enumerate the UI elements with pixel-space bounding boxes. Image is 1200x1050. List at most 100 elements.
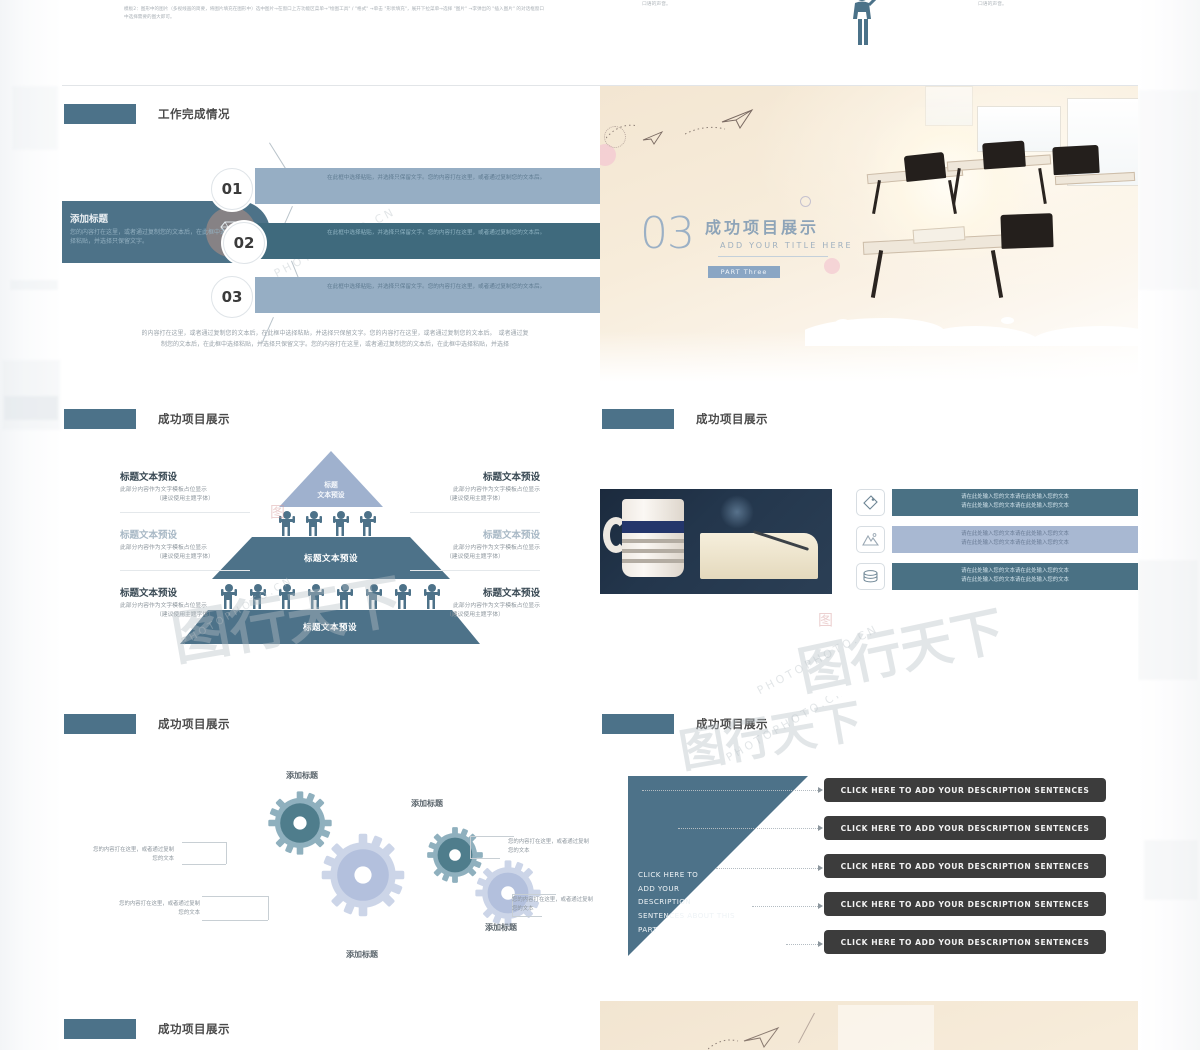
pill-body: 您的内容打在这里，或者通过复制您的文本后，在此框中选择粘贴，并选择只保留文字。 xyxy=(70,229,227,245)
dot-connector-4 xyxy=(752,906,818,907)
people-group-icon xyxy=(279,511,376,536)
item-title: 标题文本预设 xyxy=(120,588,178,599)
step-number-01[interactable]: 01 xyxy=(211,168,253,210)
description-bar-1[interactable]: CLICK HERE TO ADD YOUR DESCRIPTION SENTE… xyxy=(824,778,1106,802)
description-bar-5[interactable]: CLICK HERE TO ADD YOUR DESCRIPTION SENTE… xyxy=(824,930,1106,954)
classroom-photo xyxy=(805,86,1138,346)
gear-callout-line-3b xyxy=(470,836,514,837)
paper-plane-icon xyxy=(743,1026,780,1048)
row-3-line-2: 请在此处输入您的文本请在此处输入您的文本 xyxy=(961,576,1069,583)
section-title-en: ADD YOUR TITLE HERE xyxy=(720,241,853,250)
gear-callout-line-2b xyxy=(268,896,269,920)
gear-label-1: 添加标题 xyxy=(286,771,318,780)
item-title: 标题文本预设 xyxy=(482,588,540,599)
pyramid-left-item-1[interactable]: 标题文本预设 此部分内容作为文字模板占位显示 （建议使用主题字体） xyxy=(120,469,250,513)
item-rule xyxy=(120,569,250,571)
slide-pyramid[interactable]: 成功项目展示 标题 文本预设 标题文本预设 标题文本预设 标题文本预设 此部分内… xyxy=(62,391,600,696)
item-line1: 此部分内容作为文字模板占位显示 xyxy=(453,487,540,493)
header-title: 成功项目展示 xyxy=(696,412,768,426)
arrow-1 xyxy=(818,787,823,793)
pyramid-right-item-2[interactable]: 标题文本预设 此部分内容作为文字模板占位显示 （建议使用主题字体） xyxy=(410,527,540,571)
slide-gears[interactable]: 成功项目展示 添加标题 您的内容打在这里，或者通过复制您的文本 添加标题 您的内… xyxy=(62,696,600,1001)
bottom-fade xyxy=(600,331,1138,391)
gear-label-3: 添加标题 xyxy=(411,799,443,808)
gear-callout-3: 您的内容打在这里，或者通过复制您的文本 xyxy=(508,839,589,854)
row-1-line-1: 请在此处输入您的文本请在此处输入您的文本 xyxy=(961,494,1069,500)
gear-2[interactable] xyxy=(320,832,406,922)
header-accent-bar xyxy=(64,1019,136,1039)
slide-bottom-partial-right[interactable] xyxy=(600,1001,1138,1050)
row-1-line-2: 请在此处输入您的文本请在此处输入您的文本 xyxy=(961,502,1069,509)
triangle-description: CLICK HERE TO ADD YOUR DESCRIPTION SENTE… xyxy=(638,870,735,934)
outline-circle xyxy=(800,196,811,207)
slide-top-partial-left[interactable]: 模板2：图形中的图片（多视线画的简要，将图片填充在图形中）选中图片→在窗口上方功… xyxy=(62,0,600,85)
row-3-line-1: 请在此处输入您的文本请在此处输入您的文本 xyxy=(961,568,1069,574)
gear-label-4: 添加标题 xyxy=(485,923,517,932)
description-bar-2[interactable]: CLICK HERE TO ADD YOUR DESCRIPTION SENTE… xyxy=(824,816,1106,840)
pyramid-left-item-2[interactable]: 标题文本预设 此部分内容作为文字模板占位显示 （建议使用主题字体） xyxy=(120,527,250,571)
window-light xyxy=(838,1005,934,1050)
dotted-trail xyxy=(685,126,726,135)
icon-row-bar-1[interactable]: 请在此处输入您的文本请在此处输入您的文本 请在此处输入您的文本请在此处输入您的文… xyxy=(892,489,1138,516)
step-number-03[interactable]: 03 xyxy=(211,276,253,318)
section-cover-artwork: 03 成功项目展示 ADD YOUR TITLE HERE PART Three xyxy=(600,86,1138,391)
header-accent-bar xyxy=(602,409,674,429)
item-rule xyxy=(120,511,250,513)
slide-triangle-bars[interactable]: 成功项目展示 CLICK HERE TO ADD YOUR DESCRIPTIO… xyxy=(600,696,1138,1001)
item-line2: （建议使用主题字体） xyxy=(446,554,504,561)
slide-mug-list[interactable]: 成功项目展示 请在此处输入您的文本请在此处输入您的文本 请在此处输入您的文本请在… xyxy=(600,391,1138,696)
stack-books-icon[interactable] xyxy=(856,563,885,590)
item-line1: 此部分内容作为文字模板占位显示 xyxy=(453,603,540,609)
description-bar-4[interactable]: CLICK HERE TO ADD YOUR DESCRIPTION SENTE… xyxy=(824,892,1106,916)
pyramid-left-item-3[interactable]: 标题文本预设 此部分内容作为文字模板占位显示 （建议使用主题字体） xyxy=(120,585,250,621)
item-line1: 此部分内容作为文字模板占位显示 xyxy=(120,487,207,493)
mountain-icon[interactable] xyxy=(856,526,885,553)
pyramid-base-label: 标题文本预设 xyxy=(302,623,357,633)
item-line2: （建议使用主题字体） xyxy=(156,496,214,503)
slide-header-bottom-partial: 成功项目展示 xyxy=(64,1019,230,1039)
header-title: 成功项目展示 xyxy=(158,412,230,426)
slide-header-triangle-bars: 成功项目展示 xyxy=(602,714,768,734)
gear-callout-line-4a xyxy=(512,894,556,895)
arrow-2 xyxy=(818,825,823,831)
pill-title: 添加标题 xyxy=(70,214,109,225)
item-line1: 此部分内容作为文字模板占位显示 xyxy=(120,545,207,551)
coffee-mug-photo xyxy=(600,489,832,594)
person-with-balloons-icon xyxy=(840,0,906,54)
people-group-icon xyxy=(221,584,440,609)
item-rule xyxy=(410,569,540,571)
item-line2: （建议使用主题字体） xyxy=(156,612,214,619)
section-number: 03 xyxy=(640,208,695,259)
mug-band-blue xyxy=(622,521,684,533)
paint-tag-icon[interactable] xyxy=(856,489,885,516)
slide-top-partial-right[interactable]: 文字请在单形状元区编辑内容 口语的声音。 文字请在单形状元区编辑内容 口语的声音… xyxy=(600,0,1138,85)
gear-callout-4: 您的内容打在这里，或者通过复制您的文本 xyxy=(512,897,593,912)
header-title: 工作完成情况 xyxy=(158,107,230,121)
pyramid-tip-label: 标题 文本预设 xyxy=(317,481,345,499)
step-bar-03[interactable]: 在此框中选择粘贴，并选择只保留文字。您的内容打在这里，或者通过复制您的文本后。 xyxy=(255,277,600,313)
header-accent-bar xyxy=(64,714,136,734)
mug-body xyxy=(622,499,684,577)
slide-bottom-partial-left[interactable]: 成功项目展示 xyxy=(62,1001,600,1050)
connector-line-top xyxy=(269,142,286,169)
slide-section-cover[interactable]: 03 成功项目展示 ADD YOUR TITLE HERE PART Three xyxy=(600,86,1138,391)
step-bar-02[interactable]: 在此框中选择粘贴，并选择只保留文字。您的内容打在这里，或者通过复制您的文本后。 xyxy=(255,223,600,259)
pyramid-right-item-3[interactable]: 标题文本预设 此部分内容作为文字模板占位显示 （建议使用主题字体） xyxy=(410,585,540,621)
item-title: 标题文本预设 xyxy=(482,530,540,541)
step-text-01: 在此框中选择粘贴，并选择只保留文字。您的内容打在这里，或者通过复制您的文本后。 xyxy=(327,175,546,181)
item-rule xyxy=(410,511,540,513)
icon-row-bar-3[interactable]: 请在此处输入您的文本请在此处输入您的文本 请在此处输入您的文本请在此处输入您的文… xyxy=(892,563,1138,590)
step-bar-01[interactable]: 在此框中选择粘贴，并选择只保留文字。您的内容打在这里，或者通过复制您的文本后。 xyxy=(255,168,600,204)
gear-4[interactable] xyxy=(474,859,542,931)
pyramid-right-item-1[interactable]: 标题文本预设 此部分内容作为文字模板占位显示 （建议使用主题字体） xyxy=(410,469,540,513)
step-number-02[interactable]: 02 xyxy=(223,222,265,264)
gear-callout-line-1b xyxy=(226,842,227,864)
mug-band-gray-2 xyxy=(622,549,684,553)
top-partial-left-body: 模板2：图形中的图片（多视线画的简要，将图片填充在图形中）选中图片→在窗口上方功… xyxy=(124,7,544,21)
arrow-4 xyxy=(818,903,823,909)
description-bar-3[interactable]: CLICK HERE TO ADD YOUR DESCRIPTION SENTE… xyxy=(824,854,1106,878)
icon-row-bar-2[interactable]: 请在此处输入您的文本请在此处输入您的文本 请在此处输入您的文本请在此处输入您的文… xyxy=(892,526,1138,553)
arrow-3 xyxy=(818,865,823,871)
header-title: 成功项目展示 xyxy=(158,1022,230,1036)
slide-work-progress[interactable]: 工作完成情况 添加标题 您的内容打在这里，或者通过复制您的文本后，在此框中选择粘… xyxy=(62,86,600,391)
